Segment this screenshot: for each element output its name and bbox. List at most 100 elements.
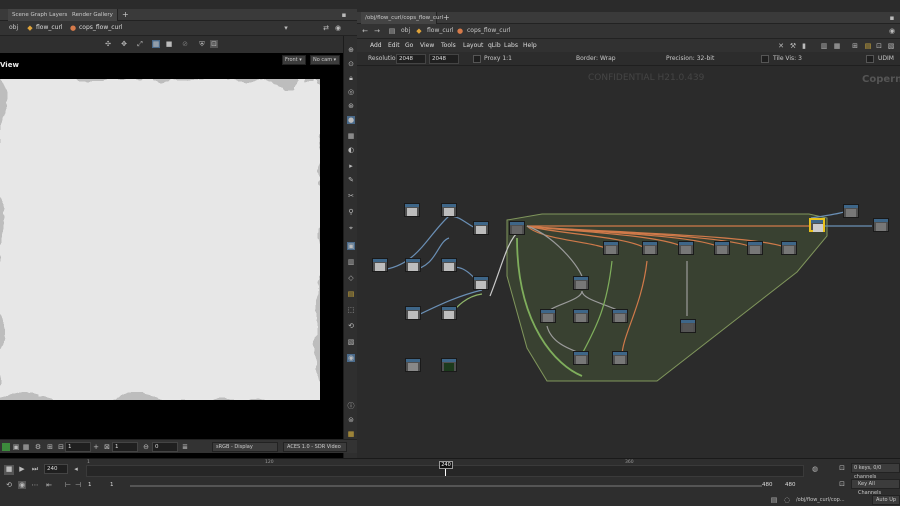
layout-icon[interactable]: ▥ <box>820 42 828 50</box>
plus-icon[interactable]: + <box>92 443 100 451</box>
gamma-icon[interactable]: ≣ <box>181 443 189 451</box>
proxy-checkbox[interactable] <box>473 55 481 63</box>
camera-dropdown[interactable]: No cam ▾ <box>310 55 340 65</box>
network-path-obj[interactable]: obj <box>401 28 410 34</box>
node-sample[interactable] <box>573 309 589 323</box>
channel-icon[interactable]: ▣ <box>12 443 20 451</box>
frame-input-2[interactable]: 1 <box>112 442 138 452</box>
node-loop-2[interactable] <box>642 241 658 255</box>
node-pressure[interactable] <box>612 351 628 365</box>
network-pane-menu-icon[interactable]: ▪ <box>888 14 896 22</box>
node-noise-1[interactable] <box>372 258 388 272</box>
node-mask[interactable] <box>405 306 421 320</box>
pan-tool-icon[interactable]: ✥ <box>120 40 128 48</box>
forward-icon[interactable]: → <box>373 27 381 35</box>
skip-end-icon[interactable]: ⏭ <box>31 465 39 473</box>
menu-tools[interactable]: Tools <box>441 42 456 49</box>
network-editor[interactable]: CONFIDENTIAL H21.0.439 Copern <box>357 66 900 458</box>
play-button-icon[interactable]: ▶ <box>18 465 26 473</box>
wrench-icon[interactable]: ✕ <box>777 42 785 50</box>
node-create-fit[interactable] <box>404 203 420 217</box>
add-tab-button[interactable]: + <box>122 11 129 19</box>
side-icon-1[interactable]: ⊕ <box>347 46 355 54</box>
node-block-begin[interactable] <box>509 221 525 235</box>
node-velocity[interactable] <box>473 276 489 290</box>
resolution-x-input[interactable]: 2048 <box>396 54 426 64</box>
side-icon-15[interactable]: ⬚ <box>347 306 355 314</box>
side-icon-13[interactable]: ◇ <box>347 274 355 282</box>
network-path-cops[interactable]: cops_flow_curl <box>467 28 511 34</box>
node-fractal[interactable] <box>473 221 489 235</box>
path-dropdown-icon[interactable]: ▾ <box>282 24 290 32</box>
key-icon[interactable]: ⊡ <box>838 464 846 472</box>
side-icon-7[interactable]: ▸ <box>347 162 355 170</box>
frame-step-icon[interactable]: ◂ <box>72 465 80 473</box>
node-noise-src[interactable] <box>441 203 457 217</box>
layout-icon-2[interactable]: ▦ <box>833 42 841 50</box>
side-icon-11[interactable]: ▣ <box>347 242 355 250</box>
range-start-icon[interactable]: ⇤ <box>45 481 53 489</box>
udim-checkbox[interactable] <box>866 55 874 63</box>
range-end-input-2[interactable]: 480 <box>783 481 803 491</box>
node-output[interactable] <box>843 204 859 218</box>
tool-icon-3[interactable]: ▮ <box>800 42 808 50</box>
node-remap[interactable] <box>441 306 457 320</box>
layout-icon-4[interactable]: ⊡ <box>875 42 883 50</box>
side-icon-10[interactable]: ⌖ <box>347 224 355 232</box>
display-lut-dropdown[interactable]: sRGB - Display <box>212 442 278 452</box>
audio-icon[interactable]: ◍ <box>808 465 822 473</box>
view-dropdown[interactable]: Front ▾ <box>282 55 306 65</box>
key-all-icon[interactable]: ⊡ <box>838 480 846 488</box>
transform-tool-icon[interactable]: ⤢ <box>136 40 144 48</box>
menu-go[interactable]: Go <box>405 42 413 49</box>
view-transform-dropdown[interactable]: ACES 1.0 - SDR Video <box>283 442 347 452</box>
path-obj[interactable]: obj <box>9 25 18 31</box>
node-curl[interactable] <box>540 309 556 323</box>
node-loop-6[interactable] <box>781 241 797 255</box>
key-all-button[interactable]: Key All Channels <box>851 479 900 496</box>
add-network-tab-button[interactable]: + <box>443 14 450 22</box>
tile-vis-checkbox[interactable] <box>761 55 769 63</box>
gamma-input[interactable]: 0 <box>152 442 178 452</box>
tool-icon-2[interactable]: ⚒ <box>789 42 797 50</box>
snapshot-icon[interactable]: ⊡ <box>210 40 218 48</box>
lock-camera-icon[interactable]: ⛨ <box>198 40 206 48</box>
side-icon-20[interactable]: ▦ <box>347 430 355 438</box>
node-loop-4[interactable] <box>714 241 730 255</box>
pin-icon[interactable]: ⇄ <box>322 24 330 32</box>
resolution-y-input[interactable]: 2048 <box>429 54 459 64</box>
path-node-flow-curl[interactable]: flow_curl <box>36 25 63 31</box>
range-start-input-2[interactable]: 1 <box>108 481 128 491</box>
layout-icon-5[interactable]: ▧ <box>887 42 895 50</box>
menu-help[interactable]: Help <box>523 42 537 49</box>
exposure-icon[interactable]: ⊖ <box>142 443 150 451</box>
node-loop-1[interactable] <box>603 241 619 255</box>
network-path-flow-curl[interactable]: flow_curl <box>427 28 454 34</box>
tab-render-gallery[interactable]: Render Gallery <box>68 9 118 21</box>
step-icon[interactable]: ⋯ <box>31 481 39 489</box>
side-icon-2[interactable]: ⊙ <box>347 60 355 68</box>
pane-menu-icon[interactable]: ▪ <box>340 11 348 19</box>
compare-icon[interactable]: ⊞ <box>46 443 54 451</box>
node-loop-5[interactable] <box>747 241 763 255</box>
info-icon[interactable]: ⓘ <box>347 402 355 410</box>
side-icon-8[interactable]: ✂ <box>347 192 355 200</box>
lock-icon[interactable]: 🔒︎ <box>347 74 355 82</box>
note-icon[interactable]: ▤ <box>864 42 872 50</box>
node-null[interactable] <box>873 218 889 232</box>
flip-icon[interactable]: ⊟ <box>57 443 65 451</box>
snap-icon[interactable]: ■ <box>165 40 173 48</box>
network-link-icon[interactable]: ◉ <box>888 27 896 35</box>
channel-icon-2[interactable]: ▦ <box>22 443 30 451</box>
timeline-slider[interactable]: 1 120 360 240 <box>86 460 804 477</box>
channel-green-icon[interactable] <box>2 443 10 451</box>
side-icon-4[interactable]: ⊛ <box>347 102 355 110</box>
tab-scene-graph-layers[interactable]: Scene Graph Layers <box>8 9 73 21</box>
node-loop-3[interactable] <box>678 241 694 255</box>
stop-button-icon[interactable]: ■ <box>4 465 14 475</box>
side-icon-9[interactable]: ⚲ <box>347 208 355 216</box>
side-icon-14[interactable]: ▤ <box>347 290 355 298</box>
select-tool-icon[interactable]: ✣ <box>104 40 112 48</box>
node-advect[interactable] <box>573 276 589 290</box>
side-icon-12[interactable]: ▥ <box>347 258 355 266</box>
